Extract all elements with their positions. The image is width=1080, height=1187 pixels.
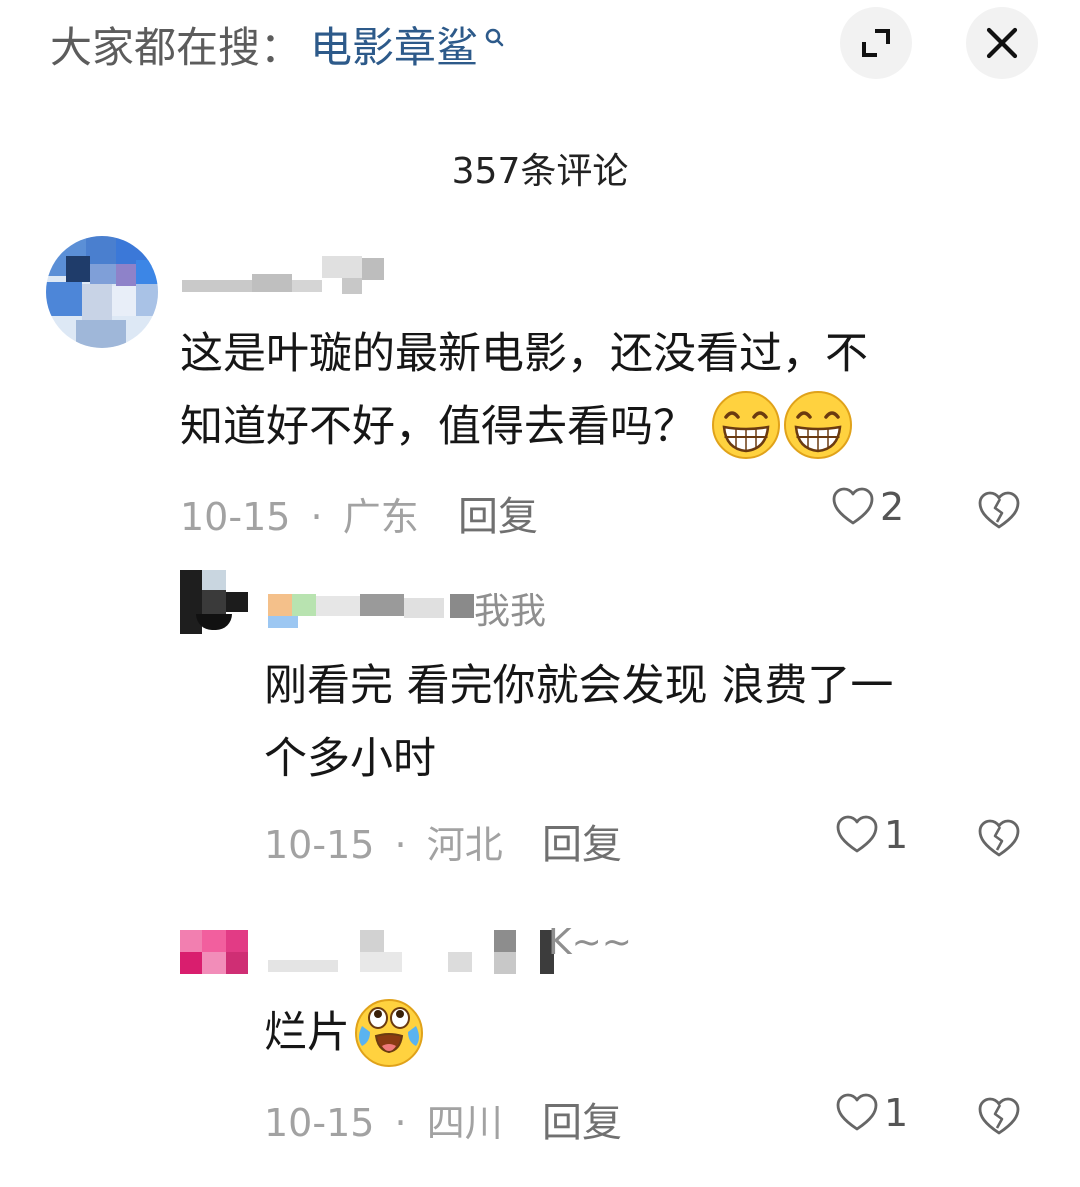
close-button[interactable] <box>966 7 1038 79</box>
trending-search-term[interactable]: 电影章鲨 <box>310 14 478 75</box>
like-count: 1 <box>884 1091 909 1135</box>
dislike-icon[interactable] <box>976 488 1022 534</box>
comment-meta: 10-15 · 广东 <box>180 486 419 541</box>
avatar[interactable] <box>46 236 158 348</box>
dislike-icon[interactable] <box>976 816 1022 862</box>
heart-icon <box>836 1093 878 1131</box>
meta-separator: · <box>310 495 323 539</box>
search-icon[interactable] <box>480 24 510 64</box>
reply-button[interactable]: 回复 <box>458 484 538 542</box>
reply-button[interactable]: 回复 <box>542 812 622 870</box>
close-icon <box>986 27 1018 59</box>
comment-text-segment: 知道好不好，值得去看吗？ <box>180 402 696 452</box>
grin-emoji <box>711 390 780 459</box>
expand-button[interactable] <box>840 7 912 79</box>
comment-text-line: 刚看完 看完你就会发现 浪费了一 <box>264 661 894 711</box>
crying-laughing-emoji <box>355 999 423 1067</box>
like-count: 1 <box>884 813 909 857</box>
comment-location: 广东 <box>342 495 419 539</box>
reply-button[interactable]: 回复 <box>542 1090 622 1148</box>
heart-icon <box>832 487 874 525</box>
dislike-icon[interactable] <box>976 1094 1022 1140</box>
grin-emoji <box>783 390 852 459</box>
comment-location: 河北 <box>426 823 503 867</box>
comment-date: 10-15 <box>264 1101 375 1145</box>
comment-text: 烂片 <box>264 996 664 1070</box>
avatar[interactable] <box>180 570 248 634</box>
comment-meta: 10-15 · 河北 <box>264 814 503 869</box>
comment-date: 10-15 <box>264 823 375 867</box>
comment-meta: 10-15 · 四川 <box>264 1092 503 1147</box>
comment-text-line: 这是叶璇的最新电影，还没看过，不 <box>180 329 868 379</box>
trending-search-bar[interactable]: 大家都在搜： 电影章鲨 <box>50 14 510 74</box>
trending-search-prefix: 大家都在搜： <box>50 22 303 72</box>
like-button[interactable]: 1 <box>834 1090 908 1136</box>
like-count: 2 <box>880 485 905 529</box>
comment-date: 10-15 <box>180 495 291 539</box>
comment-text-line: 烂片 <box>264 1007 350 1058</box>
comment-username-blurred[interactable]: 我我 <box>268 588 548 632</box>
comment-text: 刚看完 看完你就会发现 浪费了一 个多小时 <box>264 650 1044 796</box>
like-button[interactable]: 2 <box>830 484 904 530</box>
meta-separator: · <box>394 823 407 867</box>
avatar[interactable] <box>180 930 248 974</box>
comment-username-tail: K~~ <box>548 922 632 963</box>
comment-username-tail: 我我 <box>474 591 547 632</box>
comment-text-line: 个多小时 <box>264 734 436 784</box>
comment-text-line: 知道好不好，值得去看吗？ <box>180 390 1040 464</box>
comment-username-blurred[interactable] <box>182 256 392 296</box>
heart-icon <box>836 815 878 853</box>
expand-icon <box>862 29 890 57</box>
comment-location: 四川 <box>426 1101 503 1145</box>
meta-separator: · <box>394 1101 407 1145</box>
comment-username-blurred[interactable]: K~~ <box>268 922 632 976</box>
comment-count: 357条评论 <box>451 151 629 192</box>
comment-text: 这是叶璇的最新电影，还没看过，不 知道好不好，值得去看吗？ <box>180 318 1040 464</box>
like-button[interactable]: 1 <box>834 812 908 858</box>
